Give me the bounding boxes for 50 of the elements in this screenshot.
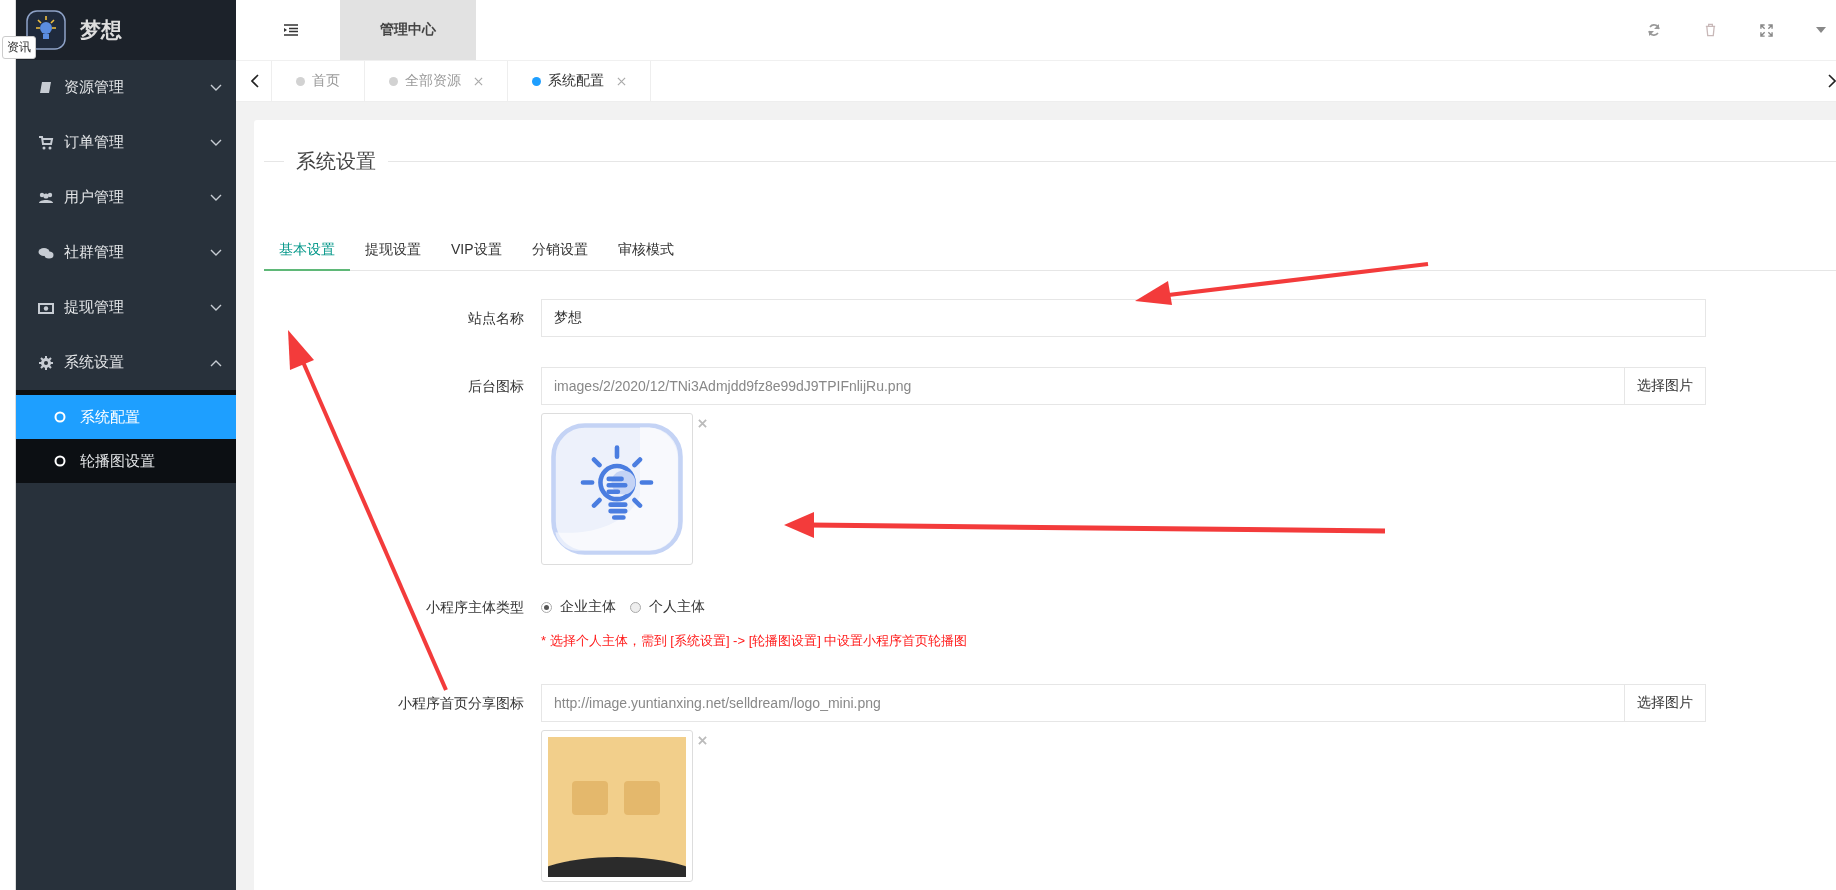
sidebar-item[interactable]: 用户管理 xyxy=(16,170,236,225)
settings-tab[interactable]: 基本设置 xyxy=(264,230,350,271)
remove-icon[interactable] xyxy=(698,736,707,745)
radio-option[interactable]: 个人主体 xyxy=(630,598,705,616)
trash-icon[interactable] xyxy=(1704,23,1717,37)
field-label: 后台图标 xyxy=(467,377,525,396)
chevron-right-icon[interactable] xyxy=(1828,74,1836,88)
input-field[interactable]: http://image.yuntianxing.net/selldream/logo_mini.png xyxy=(541,684,1624,722)
sidebar-item[interactable]: 系统设置 xyxy=(16,335,236,390)
sidebar-subitem[interactable]: 轮播图设置 xyxy=(16,439,236,483)
sidebar-item[interactable]: 订单管理 xyxy=(16,115,236,170)
circle-icon xyxy=(54,455,66,467)
status-dot xyxy=(532,76,541,86)
sidebar-item[interactable]: 社群管理 xyxy=(16,225,236,280)
option-label: 个人主体 xyxy=(649,598,705,616)
settings-tab[interactable]: 提现设置 xyxy=(350,230,436,270)
field-label: 站点名称 xyxy=(467,309,525,328)
sidebar-item[interactable]: 提现管理 xyxy=(16,280,236,335)
radio-option[interactable]: 企业主体 xyxy=(541,598,616,616)
sidebar-item[interactable]: 资源管理 xyxy=(16,60,236,115)
remove-icon[interactable] xyxy=(698,419,707,428)
gear-icon xyxy=(38,354,54,371)
close-icon[interactable] xyxy=(474,76,483,86)
caret-icon[interactable] xyxy=(1816,27,1826,33)
circle-icon xyxy=(54,411,66,423)
status-dot xyxy=(389,76,398,86)
section-title: 系统设置 xyxy=(296,148,376,174)
close-icon[interactable] xyxy=(617,76,626,86)
chevron-left-icon[interactable] xyxy=(251,74,259,88)
hint-text: * 选择个人主体，需到 [系统设置] -> [轮播图设置] 中设置小程序首页轮播图 xyxy=(541,632,969,650)
page-tab[interactable]: 系统配置 xyxy=(507,61,650,101)
field-label: 小程序主体类型 xyxy=(425,598,525,617)
brand-name: 梦想 xyxy=(80,17,122,43)
refresh-icon[interactable] xyxy=(1647,23,1661,37)
input-field[interactable]: 梦想 xyxy=(541,299,1706,337)
tooltip: 资讯 xyxy=(2,36,36,59)
status-dot xyxy=(296,76,305,86)
field-label: 小程序首页分享图标 xyxy=(397,694,525,713)
menu-icon[interactable] xyxy=(284,24,298,36)
option-label: 企业主体 xyxy=(560,598,616,616)
settings-tab[interactable]: 审核模式 xyxy=(602,230,689,270)
settings-tab[interactable]: VIP设置 xyxy=(436,230,517,270)
top-tab[interactable]: 管理中心 xyxy=(340,0,476,60)
choose-image-button[interactable]: 选择图片 xyxy=(1624,684,1706,722)
fullscreen-icon[interactable] xyxy=(1760,23,1773,37)
choose-image-button[interactable]: 选择图片 xyxy=(1624,367,1706,405)
book-icon xyxy=(38,79,54,96)
input-field[interactable]: images/2/2020/12/TNi3Admjdd9fz8e99dJ9TPIFnlijRu.png xyxy=(541,367,1624,405)
cart-icon xyxy=(38,134,54,151)
settings-tab[interactable]: 分销设置 xyxy=(516,230,603,270)
